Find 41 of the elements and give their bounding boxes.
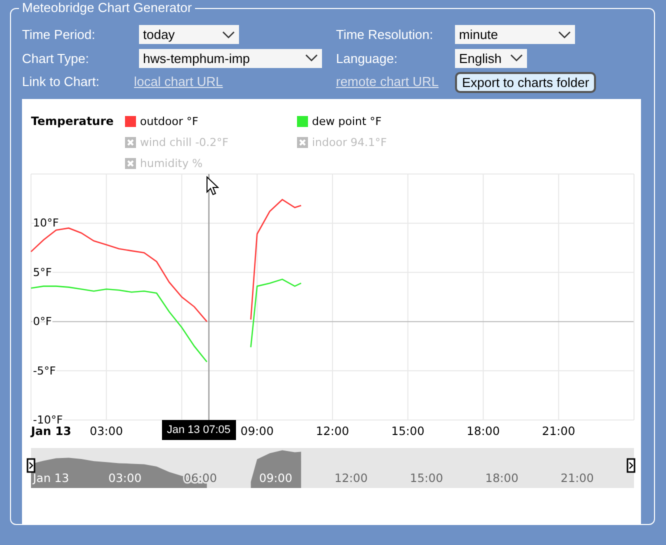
axis-label: -5°F: [33, 364, 56, 377]
field-label: Time Resolution:: [336, 27, 434, 42]
axis-label: 5°F: [33, 265, 52, 278]
axis-label: 10°F: [33, 216, 59, 230]
tooltip: Jan 13 07:05: [162, 420, 236, 440]
field-label: Time Period:: [22, 27, 96, 42]
chevron-icon: [558, 30, 571, 39]
navigator-label: 18:00: [485, 470, 518, 484]
navigator-label: 15:00: [410, 470, 444, 484]
panel-title: Meteobridge Chart Generator: [19, 0, 195, 16]
dropdown[interactable]: today: [139, 25, 239, 44]
navigator-label: 12:00: [334, 470, 368, 484]
axis-label: 21:00: [542, 424, 576, 438]
axis-label: 03:00: [90, 424, 123, 438]
dropdown[interactable]: hws-temphum-imp: [139, 48, 322, 68]
legend-item[interactable]: outdoor °F: [125, 114, 297, 128]
axis-label: 18:00: [466, 424, 500, 438]
navigator-label: 06:00: [184, 470, 217, 484]
field-label: Language:: [336, 50, 398, 66]
navigator-label: 21:00: [560, 470, 594, 484]
axis-label: 09:00: [240, 424, 274, 438]
axis-label: Jan 13: [31, 424, 72, 438]
navigator-label: Jan 13: [33, 470, 70, 484]
chevron-icon: [305, 54, 318, 62]
dropdown[interactable]: English: [455, 48, 527, 68]
axis-label: 12:00: [316, 424, 350, 438]
dropdown[interactable]: minute: [455, 25, 575, 44]
navigator-handle[interactable]: [26, 458, 36, 472]
axis-label: 0°F: [33, 314, 52, 328]
navigator-label: 09:00: [259, 470, 292, 484]
chart-title: Temperature: [31, 114, 115, 128]
axis-label: 15:00: [391, 424, 424, 438]
chevron-icon: [222, 30, 235, 39]
legend-item[interactable]: dew point °F: [297, 114, 457, 128]
cursor-icon: [206, 176, 219, 196]
field-label: Chart Type:: [22, 50, 90, 66]
export-button[interactable]: Export to charts folder: [455, 72, 596, 93]
navigator-label: 03:00: [108, 470, 142, 484]
chevron-icon: [510, 54, 523, 62]
navigator-handle[interactable]: [626, 458, 636, 472]
axis-label: -10°F: [33, 413, 63, 426]
